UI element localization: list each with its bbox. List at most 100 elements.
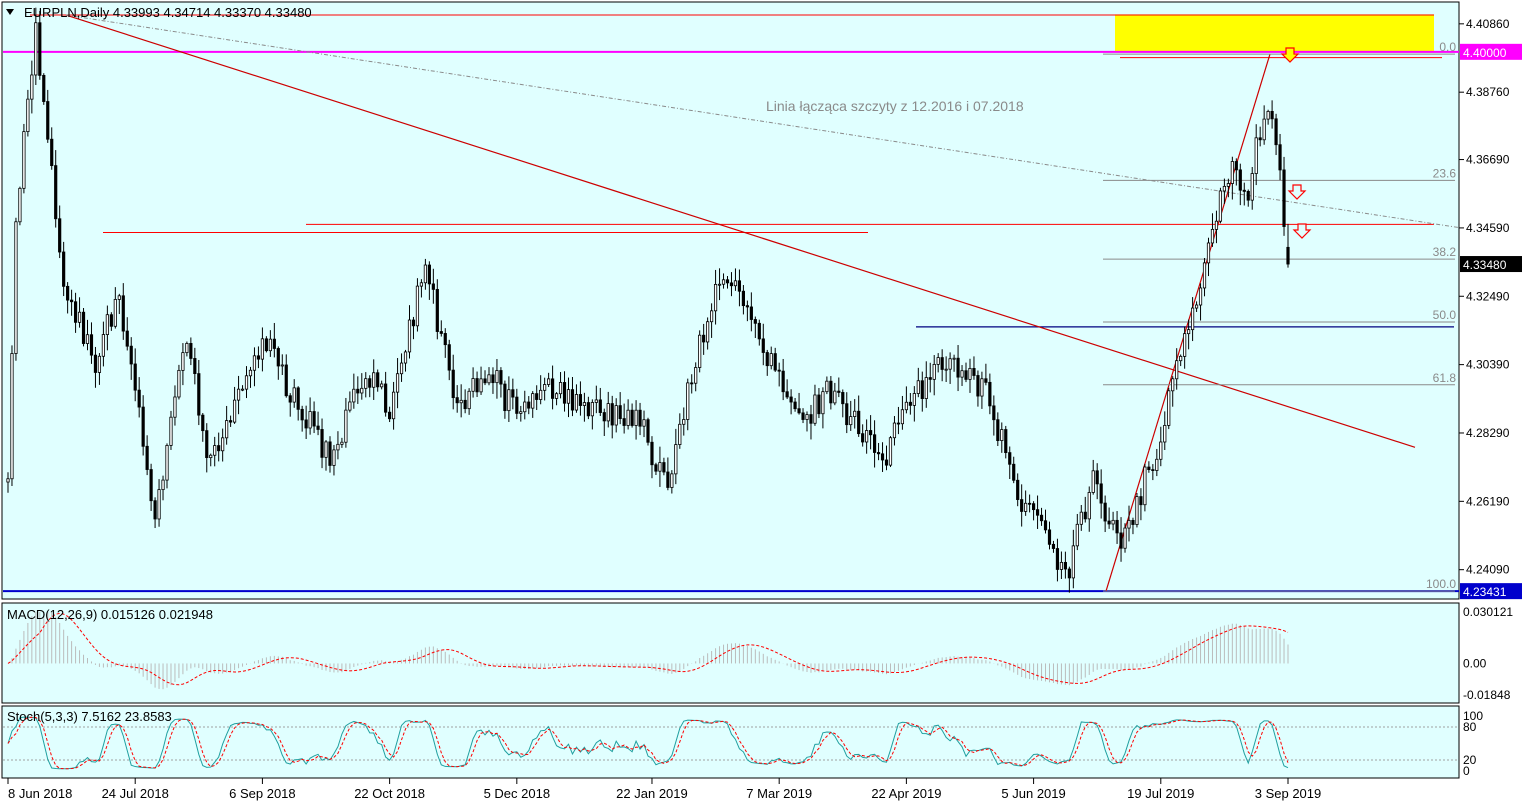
main-panel[interactable]: [1, 1, 1460, 600]
candle-body: [217, 445, 221, 452]
candle-body: [340, 441, 344, 445]
candle-body: [407, 319, 412, 353]
candle-body: [1183, 333, 1187, 357]
candle-body: [558, 382, 563, 395]
candle-body: [1139, 496, 1143, 506]
stoch-header: Stoch(5,3,3) 7.5162 23.8583: [7, 709, 172, 724]
candle-body: [511, 389, 515, 398]
candle-body: [865, 430, 869, 443]
candle-body: [1202, 262, 1207, 289]
candle-body: [924, 377, 928, 399]
candle-body: [1238, 169, 1242, 191]
candle-body: [58, 218, 62, 253]
candle-body: [662, 462, 666, 473]
candle-body: [1278, 144, 1282, 171]
candle-body: [304, 419, 308, 429]
resistance-zone-layer: [1115, 14, 1434, 52]
candle-body: [376, 372, 380, 388]
price-tick-label: 4.38760: [1466, 85, 1510, 99]
candle-body: [1020, 499, 1024, 512]
candle-body: [515, 396, 519, 414]
candle-body: [1000, 429, 1004, 441]
candle-body: [1131, 519, 1135, 525]
candle-body: [710, 310, 714, 323]
candle-body: [769, 353, 773, 367]
candle-body: [256, 355, 261, 360]
macd-tick-label: 0.030121: [1463, 605, 1513, 619]
candle-body: [240, 388, 245, 391]
price-tick-label: 4.32490: [1466, 289, 1510, 303]
candle-body: [1206, 242, 1211, 264]
candle-body: [554, 393, 559, 399]
candle: [81, 307, 86, 347]
candle-body: [209, 454, 213, 459]
candle-body: [42, 75, 46, 102]
candle-body: [137, 389, 141, 408]
candle-body: [1075, 523, 1079, 547]
candle-body: [984, 378, 988, 383]
candle-body: [419, 282, 424, 287]
candle-body: [34, 22, 38, 76]
candle: [646, 417, 650, 446]
candle-body: [1115, 519, 1119, 534]
candle-body: [236, 388, 241, 401]
candle-body: [543, 384, 547, 391]
candle-body: [1274, 118, 1278, 146]
main-header: EURPLN,Daily 4.33993 4.34714 4.33370 4.3…: [24, 5, 312, 20]
candle-body: [658, 462, 662, 472]
candle-body: [1250, 173, 1254, 201]
candle-body: [781, 370, 785, 393]
candle-body: [904, 401, 908, 411]
candle-body: [610, 403, 614, 426]
candle-body: [1083, 511, 1087, 520]
stoch-panel[interactable]: [1, 705, 1460, 779]
candle-body: [1135, 496, 1139, 525]
candle: [177, 364, 181, 400]
macd-header: MACD(12,26,9) 0.015126 0.021948: [7, 607, 213, 622]
candle-body: [368, 378, 372, 388]
candle-body: [1163, 424, 1167, 443]
candle-body: [320, 429, 324, 458]
macd-tick-label: -0.01848: [1463, 688, 1511, 702]
candle-body: [169, 416, 173, 446]
candle-body: [380, 383, 384, 388]
candle-body: [201, 414, 205, 432]
candle-body: [606, 403, 610, 422]
candle: [22, 123, 26, 194]
candle-body: [900, 409, 905, 425]
candle-body: [602, 412, 606, 422]
price-tick-label: 4.28290: [1466, 426, 1510, 440]
candle-body: [801, 412, 805, 420]
candle: [18, 186, 22, 226]
candle-body: [721, 279, 726, 285]
candle-body: [733, 280, 738, 287]
candle-body: [1024, 502, 1028, 512]
candle-body: [66, 285, 70, 301]
candle-body: [1214, 220, 1219, 230]
candle-body: [996, 419, 1000, 441]
candle-body: [1187, 329, 1191, 335]
candle-body: [686, 382, 690, 420]
price-tick-label: 4.26190: [1466, 494, 1510, 508]
candle-body: [622, 418, 626, 426]
candle-body: [62, 251, 66, 287]
candle-body: [896, 422, 901, 425]
price-highlight-label: 4.40000: [1463, 46, 1507, 60]
candle-body: [30, 74, 34, 100]
candle-body: [272, 338, 276, 349]
price-highlight-label: 4.23431: [1463, 585, 1507, 599]
candle-body: [205, 430, 209, 459]
chart-svg[interactable]: 0.0 23.6 38.2 50.0 61.8 100.0 0.030121 0.00 -0.…: [0, 0, 1530, 807]
candle-body: [157, 489, 161, 520]
candle-body: [582, 402, 586, 406]
candle-body: [77, 311, 82, 323]
candle-body: [841, 392, 845, 405]
candle-body: [268, 338, 272, 352]
fib-level-label: 100.0: [1426, 577, 1456, 591]
candle-body: [308, 411, 312, 429]
candle-body: [519, 411, 523, 414]
candle-body: [173, 396, 177, 418]
chart-root: 0.0 23.6 38.2 50.0 61.8 100.0 0.030121 0.00 -0.…: [0, 0, 1530, 807]
candle: [888, 436, 893, 468]
candle-body: [698, 334, 702, 368]
